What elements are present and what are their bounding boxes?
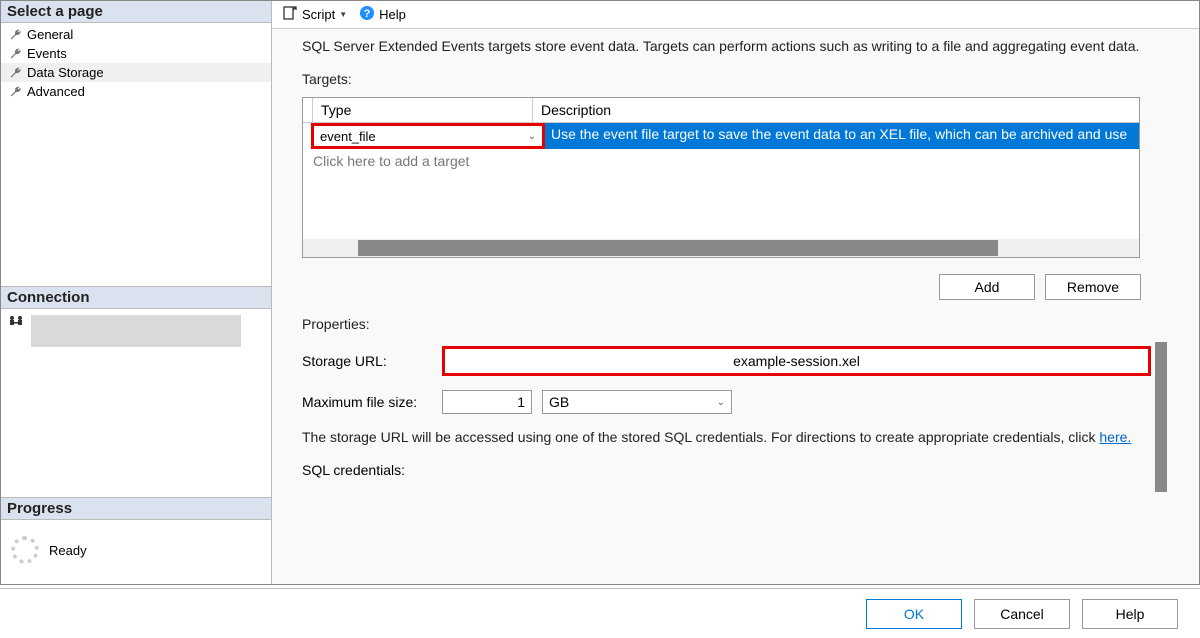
sidebar-pages: General Events Data Storage Advanced (1, 23, 271, 111)
progress-title: Progress (1, 497, 271, 520)
connection-info (31, 315, 241, 347)
here-link[interactable]: here. (1099, 429, 1131, 445)
storage-url-label: Storage URL: (302, 353, 432, 369)
wrench-icon (9, 85, 23, 99)
vertical-scrollbar[interactable] (1155, 342, 1167, 492)
connection-title: Connection (1, 286, 271, 309)
table-buttons: Add Remove (302, 268, 1181, 300)
progress-status: Ready (49, 543, 87, 558)
script-icon (282, 5, 298, 24)
col-type[interactable]: Type (313, 98, 533, 122)
chevron-down-icon: ⌄ (717, 397, 725, 408)
progress-area: Ready (1, 520, 271, 584)
sql-credentials-label: SQL credentials: (302, 462, 432, 478)
sidebar-item-general[interactable]: General (1, 25, 271, 44)
max-file-size-row: Maximum file size: GB ⌄ (302, 390, 1151, 414)
ok-button[interactable]: OK (866, 599, 962, 629)
help-footer-button[interactable]: Help (1082, 599, 1178, 629)
type-value: event_file (320, 129, 376, 144)
sidebar-item-label: Data Storage (27, 65, 104, 80)
intro-text: SQL Server Extended Events targets store… (302, 37, 1181, 55)
storage-url-input[interactable] (445, 351, 1148, 371)
storage-url-row: Storage URL: (302, 346, 1151, 376)
sidebar-item-data-storage[interactable]: Data Storage (1, 63, 271, 82)
cancel-button[interactable]: Cancel (974, 599, 1070, 629)
credentials-hint: The storage URL will be accessed using o… (302, 428, 1151, 446)
scrollbar-thumb[interactable] (358, 240, 998, 256)
targets-label: Targets: (302, 71, 1181, 87)
row-selector-header (303, 98, 313, 122)
help-button[interactable]: ? Help (355, 4, 410, 25)
sidebar-item-label: General (27, 27, 73, 42)
max-file-size-label: Maximum file size: (302, 394, 432, 410)
spinner-icon (11, 536, 39, 564)
remove-button[interactable]: Remove (1045, 274, 1141, 300)
sidebar-item-advanced[interactable]: Advanced (1, 82, 271, 101)
wrench-icon (9, 66, 23, 80)
sidebar-item-label: Advanced (27, 84, 85, 99)
unit-value: GB (549, 394, 569, 410)
connection-area (1, 309, 271, 427)
dialog-footer: OK Cancel Help (0, 588, 1200, 638)
sidebar: Select a page General Events Data Storag… (1, 1, 272, 584)
targets-table: Type Description event_file ⌄ Use the ev… (302, 97, 1140, 258)
add-target-placeholder[interactable]: Click here to add a target (303, 149, 1139, 239)
properties-label: Properties: (302, 316, 1151, 332)
wrench-icon (9, 28, 23, 42)
type-cell-dropdown[interactable]: event_file ⌄ (311, 123, 545, 149)
sidebar-item-events[interactable]: Events (1, 44, 271, 63)
col-description[interactable]: Description (533, 98, 1139, 122)
dialog-window: Select a page General Events Data Storag… (0, 0, 1200, 585)
script-label: Script (302, 7, 335, 22)
horizontal-scrollbar[interactable] (303, 239, 1139, 257)
svg-text:?: ? (364, 8, 371, 20)
sql-credentials-row: SQL credentials: (302, 462, 1151, 478)
wrench-icon (9, 47, 23, 61)
sidebar-item-label: Events (27, 46, 67, 61)
script-button[interactable]: Script ▼ (278, 4, 351, 25)
toolbar: Script ▼ ? Help (272, 1, 1199, 29)
main-panel: Script ▼ ? Help SQL Server Extended Even… (272, 1, 1199, 584)
help-icon: ? (359, 5, 375, 24)
max-file-size-unit-select[interactable]: GB ⌄ (542, 390, 732, 414)
chevron-down-icon: ⌄ (528, 131, 536, 142)
max-file-size-input[interactable] (442, 390, 532, 414)
add-button[interactable]: Add (939, 274, 1035, 300)
chevron-down-icon: ▼ (339, 10, 347, 19)
description-cell: Use the event file target to save the ev… (545, 123, 1139, 149)
sidebar-title: Select a page (1, 1, 271, 23)
table-row[interactable]: event_file ⌄ Use the event file target t… (303, 123, 1139, 149)
targets-header: Type Description (303, 98, 1139, 123)
content-area: SQL Server Extended Events targets store… (272, 29, 1199, 492)
connection-icon (7, 315, 25, 334)
hint-prefix: The storage URL will be accessed using o… (302, 429, 1095, 445)
storage-url-highlight (442, 346, 1151, 376)
properties-area: Properties: Storage URL: Maximum file si… (302, 316, 1181, 492)
help-label: Help (379, 7, 406, 22)
